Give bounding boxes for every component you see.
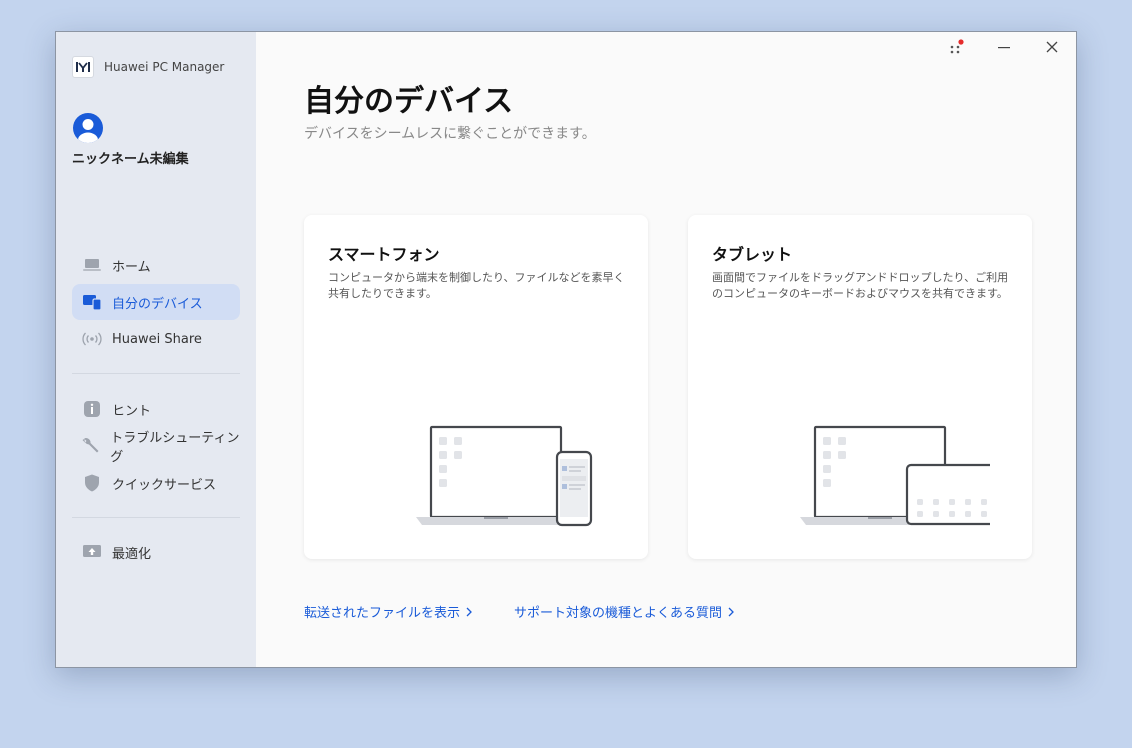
sidebar-item-optimize[interactable]: 最適化 <box>72 534 240 570</box>
laptop-phone-illustration <box>416 425 593 527</box>
sidebar-item-my-devices[interactable]: 自分のデバイス <box>72 284 240 320</box>
sidebar-divider <box>72 373 240 374</box>
shield-icon <box>82 473 102 493</box>
sidebar-item-label: トラブルシューティング <box>110 431 240 465</box>
page-subtitle: デバイスをシームレスに繋ぐことができます。 <box>304 126 596 142</box>
sidebar-item-label: ヒント <box>112 403 152 419</box>
devices-icon <box>82 292 102 312</box>
app-logo-icon <box>72 56 94 78</box>
info-icon <box>82 399 102 419</box>
card-description: 画面間でファイルをドラッグアンドドロップしたり、ご利用のコンピュータのキーボード… <box>712 271 1009 300</box>
sidebar-item-troubleshooting[interactable]: トラブルシューティング <box>72 428 240 465</box>
sidebar-item-label: Huawei Share <box>112 331 202 347</box>
sidebar-item-quick-service[interactable]: クイックサービス <box>72 465 240 501</box>
app-title: Huawei PC Manager <box>104 60 225 74</box>
sidebar-item-tips[interactable]: ヒント <box>72 391 240 427</box>
app-window: Huawei PC Manager ニックネーム未編集 ホーム 自分のデバイス … <box>55 31 1077 668</box>
sidebar-nav-main: ホーム 自分のデバイス Huawei Share <box>72 247 240 358</box>
sidebar-divider <box>72 517 240 518</box>
sidebar: Huawei PC Manager ニックネーム未編集 ホーム 自分のデバイス … <box>56 32 256 667</box>
chevron-right-icon <box>728 607 734 616</box>
device-card-smartphone[interactable]: スマートフォン コンピュータから端末を制御したり、ファイルなどを素早く共有したり… <box>304 215 648 559</box>
main-content: 自分のデバイス デバイスをシームレスに繋ぐことができます。 スマートフォン コン… <box>256 32 1076 667</box>
card-title: タブレット <box>712 245 793 264</box>
card-description: コンピュータから端末を制御したり、ファイルなどを素早く共有したりできます。 <box>328 271 625 300</box>
page-title: 自分のデバイス <box>304 84 514 119</box>
sidebar-nav-tools: 最適化 <box>72 534 240 571</box>
supported-models-faq-link[interactable]: サポート対象の機種とよくある質問 <box>514 602 734 621</box>
view-transferred-files-link[interactable]: 転送されたファイルを表示 <box>304 602 472 621</box>
card-title: スマートフォン <box>328 245 440 264</box>
avatar[interactable] <box>72 112 104 144</box>
sidebar-item-home[interactable]: ホーム <box>72 247 240 283</box>
wireless-icon <box>82 329 102 349</box>
link-label: サポート対象の機種とよくある質問 <box>514 606 723 621</box>
optimize-icon <box>82 542 102 562</box>
sidebar-item-huawei-share[interactable]: Huawei Share <box>72 321 240 357</box>
app-brand: Huawei PC Manager <box>72 56 224 78</box>
user-nickname[interactable]: ニックネーム未編集 <box>72 148 189 167</box>
sidebar-item-label: 最適化 <box>112 546 152 562</box>
sidebar-item-label: 自分のデバイス <box>112 296 203 312</box>
device-card-tablet[interactable]: タブレット 画面間でファイルをドラッグアンドドロップしたり、ご利用のコンピュータ… <box>688 215 1032 559</box>
sidebar-item-label: クイックサービス <box>112 477 217 493</box>
laptop-icon <box>82 255 102 275</box>
chevron-right-icon <box>466 607 472 616</box>
wrench-icon <box>82 436 100 456</box>
footer-links: 転送されたファイルを表示 サポート対象の機種とよくある質問 <box>304 602 734 621</box>
sidebar-nav-support: ヒント トラブルシューティング クイックサービス <box>72 391 240 502</box>
link-label: 転送されたファイルを表示 <box>304 606 461 621</box>
laptop-tablet-illustration <box>800 425 990 526</box>
sidebar-item-label: ホーム <box>112 259 151 275</box>
